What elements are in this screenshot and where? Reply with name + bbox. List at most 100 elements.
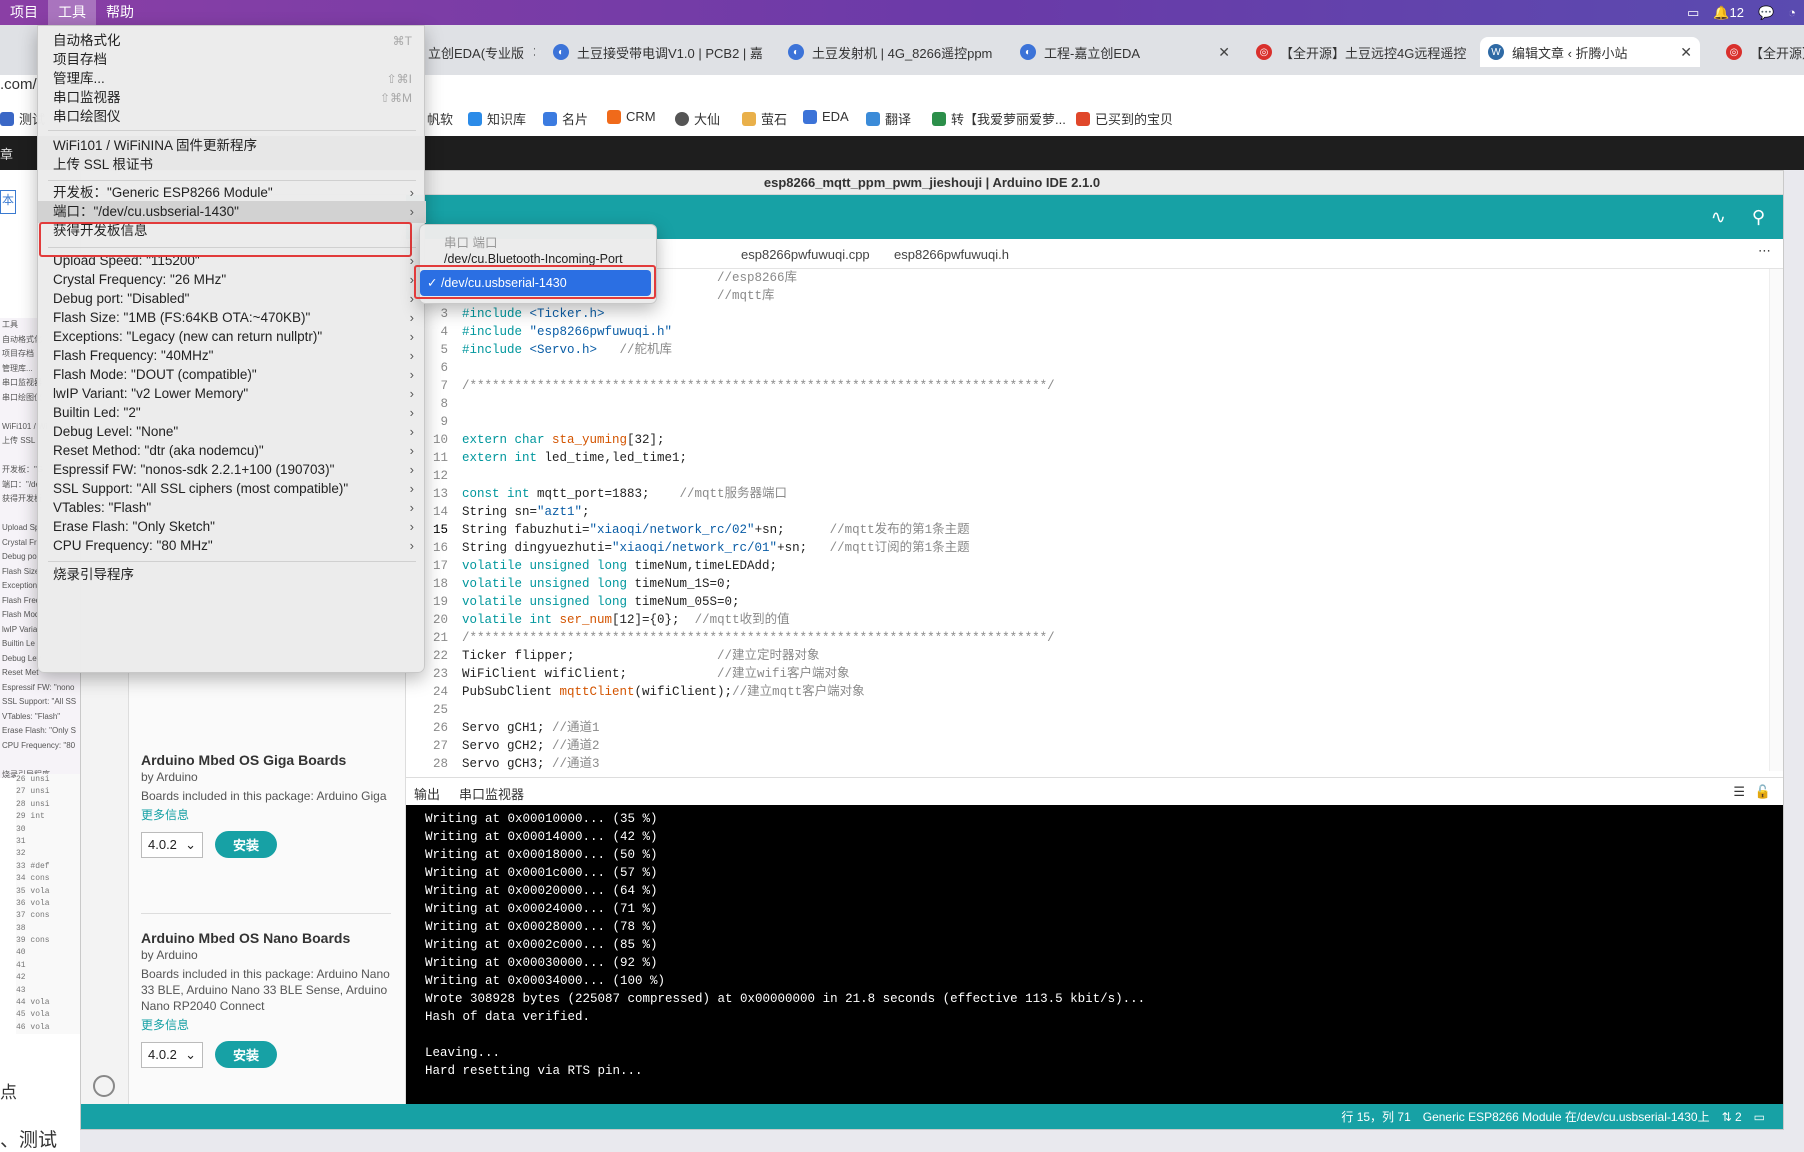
code-token: #include xyxy=(462,343,530,357)
code-token: volatile unsigned long xyxy=(462,595,635,609)
thumb-line: SSL Support: "All SS xyxy=(2,697,77,706)
menu-item[interactable]: CPU Frequency: "80 MHz" › xyxy=(38,535,426,557)
code-token: //mqtt订阅的第1条主题 xyxy=(829,541,970,555)
close-icon[interactable]: ✕ xyxy=(1680,44,1692,61)
browser-tab[interactable]: ◐土豆发射机 | 4G_8266遥控ppm✕ xyxy=(780,37,998,67)
bookmark-icon xyxy=(543,111,557,126)
thumb-line: VTables: "Flash" xyxy=(2,711,61,721)
code-token: PubSubClient xyxy=(462,685,560,699)
code-token: sta_yuming xyxy=(552,433,628,447)
cursor-position[interactable]: 行 15，列 71 xyxy=(1341,1108,1410,1125)
more-info-link[interactable]: 更多信息 xyxy=(141,806,391,823)
thumb-code-line: 32 xyxy=(16,849,26,859)
menu-item[interactable]: 串口绘图仪 xyxy=(38,106,426,128)
side-button[interactable]: 本 xyxy=(0,190,16,214)
bookmark[interactable]: CRM xyxy=(607,109,656,124)
code-line: 8 xyxy=(406,395,1769,413)
more-info-link[interactable]: 更多信息 xyxy=(141,1016,391,1033)
bookmark[interactable]: 帆软 xyxy=(427,109,453,128)
thumb-code-line: 42 xyxy=(16,973,26,983)
menu-item-label: 上传 SSL 根证书 xyxy=(53,157,154,172)
code-line: 3 #include <Ticker.h> xyxy=(406,305,1769,323)
screen-icon[interactable]: ▭ xyxy=(1687,5,1699,21)
chevron-down-icon: ⌄ xyxy=(185,1046,196,1062)
serial-plotter-icon[interactable]: ∿ xyxy=(1711,207,1726,228)
menu-item-label: 项目存档 xyxy=(53,52,107,67)
file-tab[interactable]: esp8266pwfuwuqi.h xyxy=(894,247,1009,262)
eda-icon: ◐ xyxy=(1020,44,1036,60)
thumb-code-line: 38 xyxy=(16,923,26,933)
panel-icon[interactable]: ▭ xyxy=(1754,1110,1765,1124)
tab-serial-monitor[interactable]: 串口监视器 xyxy=(459,784,524,803)
bookmark[interactable]: 名片 xyxy=(543,109,588,128)
close-icon[interactable]: ✕ xyxy=(1218,44,1230,61)
code-line: 12 xyxy=(406,467,1769,485)
bookmark[interactable]: 大仙 xyxy=(675,109,720,128)
output-line: Wrote 308928 bytes (225087 compressed) a… xyxy=(425,992,1146,1006)
thumb-code-line: 35 vola xyxy=(16,886,50,896)
menu-item-label: Debug port: "Disabled" xyxy=(53,291,190,306)
browser-tab[interactable]: ◎【全开源】土豆远控4G远程遥控✕ xyxy=(1248,37,1476,67)
browser-tab-active[interactable]: W 编辑文章 ‹ 折腾小站 ✕ xyxy=(1480,37,1700,67)
lock-icon[interactable]: 🔓 xyxy=(1755,784,1771,800)
bookmark[interactable]: 已买到的宝贝 xyxy=(1076,109,1173,128)
version-select[interactable]: 4.0.2 ⌄ xyxy=(141,1041,203,1068)
output-console[interactable]: Writing at 0x00010000... (35 %) Writing a… xyxy=(406,805,1783,1105)
menu-item-label: WiFi101 / WiFiNINA 固件更新程序 xyxy=(53,138,258,153)
code-token: Servo gCH2; xyxy=(462,739,553,753)
tab-output[interactable]: 输出 xyxy=(414,784,440,803)
code-line: 17 volatile unsigned long timeNum,timeLED… xyxy=(406,557,1769,575)
profile-icon[interactable] xyxy=(93,1075,115,1097)
port-highlight xyxy=(39,222,412,257)
url-bar[interactable]: .com/ xyxy=(0,76,37,93)
browser-tab[interactable]: ◐土豆接受带电调V1.0 | PCB2 | 嘉✕ xyxy=(545,37,770,67)
target-icon: ◎ xyxy=(1256,44,1272,60)
notification-count[interactable]: ⇅ 2 xyxy=(1722,1110,1742,1124)
board-status[interactable]: Generic ESP8266 Module 在/dev/cu.usbseria… xyxy=(1423,1108,1710,1125)
menu-item-label: VTables: "Flash" xyxy=(53,500,152,515)
close-icon[interactable]: ✕ xyxy=(1474,44,1476,61)
menu-item-label: 端口："/dev/cu.usbserial-1430" xyxy=(53,204,239,219)
output-line: Writing at 0x0001c000... (57 %) xyxy=(425,866,658,880)
code-token: //通道3 xyxy=(552,757,600,771)
install-button[interactable]: 安装 xyxy=(215,831,278,858)
bookmark[interactable]: 转【我爱萝丽爱萝... xyxy=(932,109,1066,128)
menu-help[interactable]: 帮助 xyxy=(96,0,144,25)
more-icon[interactable]: ⋯ xyxy=(1758,243,1771,259)
wechat-icon[interactable]: 💬 xyxy=(1758,5,1774,21)
code-editor[interactable]: //esp8266库 //mqtt库 3 #include <Ticker.h> 4 #… xyxy=(406,269,1769,771)
bookmark[interactable]: 翻译 xyxy=(866,109,911,128)
menu-item[interactable]: 烧录引导程序 xyxy=(38,564,426,586)
code-token: #include xyxy=(462,307,530,321)
code-token: mqttClient xyxy=(559,685,635,699)
bell-icon[interactable]: 🔔12 xyxy=(1713,5,1744,21)
menu-item[interactable]: 上传 SSL 根证书 xyxy=(38,154,426,176)
editor-scrollbar[interactable] xyxy=(1769,269,1783,771)
browser-tab[interactable]: ◐ 工程-嘉立创EDA ✕ xyxy=(1012,37,1238,67)
code-line: 15 String fabuzhuti="xiaoqi/network_rc/02… xyxy=(406,521,1769,539)
port-option[interactable]: /dev/cu.Bluetooth-Incoming-Port xyxy=(444,252,623,266)
list-icon[interactable]: ☰ xyxy=(1733,784,1745,800)
menu-item-label: Flash Frequency: "40MHz" xyxy=(53,348,214,363)
bookmark[interactable]: EDA xyxy=(803,109,849,124)
browser-tab[interactable]: 立创EDA(专业版✕ xyxy=(420,37,535,67)
code-line: 13 const int mqtt_port=1883; //mqtt服务器端口 xyxy=(406,485,1769,503)
close-icon[interactable]: ✕ xyxy=(532,44,535,61)
bookmark[interactable]: 萤石 xyxy=(742,109,787,128)
code-token: mqtt_port=1883; xyxy=(537,487,680,501)
code-token: WiFiClient wifiClient; xyxy=(462,667,718,681)
install-button[interactable]: 安装 xyxy=(215,1041,278,1068)
thumb-line: CPU Frequency: "80 xyxy=(2,740,76,750)
code-token: //通道1 xyxy=(552,721,600,735)
thumb-code-line: 45 vola xyxy=(16,1010,50,1020)
serial-monitor-icon[interactable]: ⚲ xyxy=(1752,207,1765,228)
version-select[interactable]: 4.0.2 ⌄ xyxy=(141,831,203,858)
code-token: volatile unsigned long xyxy=(462,577,635,591)
menu-tools[interactable]: 工具 xyxy=(48,0,96,25)
menu-project[interactable]: 项目 xyxy=(0,0,48,25)
file-tab[interactable]: esp8266pwfuwuqi.cpp xyxy=(741,247,870,262)
browser-tab[interactable]: ◎【全开源】 xyxy=(1718,37,1804,67)
bookmark[interactable]: 知识库 xyxy=(468,109,526,128)
output-line: Leaving... xyxy=(425,1046,501,1060)
